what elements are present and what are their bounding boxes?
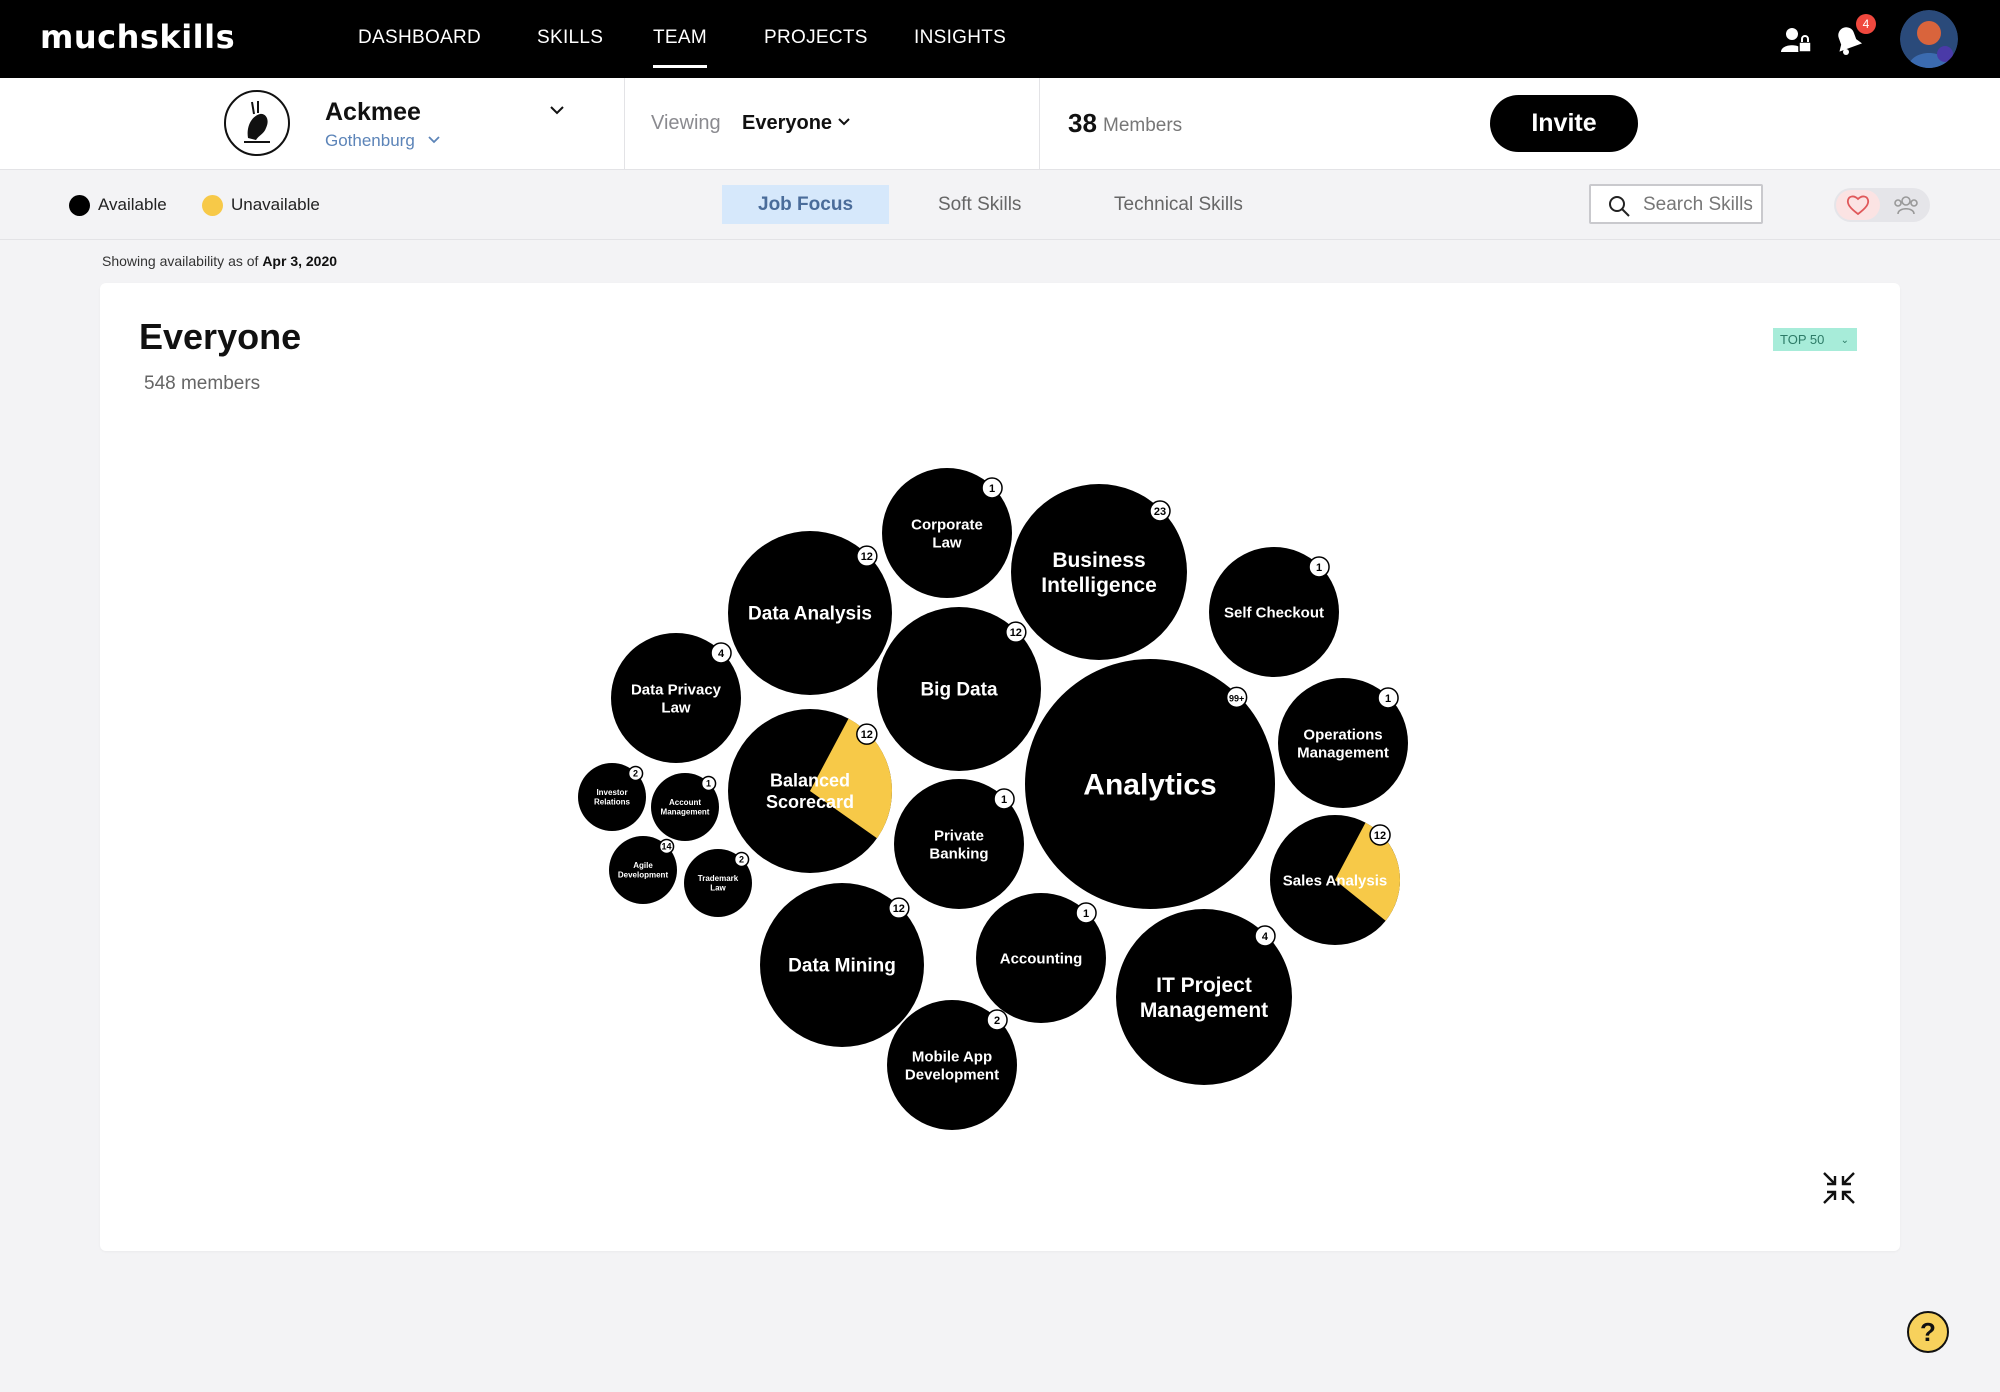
bubble-label: Sales Analysis	[1283, 872, 1388, 889]
divider	[1039, 78, 1040, 170]
available-dot-icon	[69, 195, 90, 216]
bubble-investor-relations[interactable]: Investor Relations2	[578, 763, 646, 831]
count-badge-text: 12	[893, 903, 905, 915]
bubble-label: Data Mining	[788, 956, 896, 977]
tab-job-focus[interactable]: Job Focus	[722, 185, 890, 224]
bubble-it-project-management[interactable]: IT Project Management4	[1116, 909, 1292, 1085]
group-icon	[1894, 196, 1918, 215]
bubble-data-analysis[interactable]: Data Analysis 12	[728, 531, 892, 695]
filter-bar: Available Unavailable Job Focus Soft Ski…	[0, 170, 2000, 240]
count-badge-text: 1	[1001, 794, 1007, 806]
count-badge-text: 99+	[1229, 693, 1244, 703]
bubble-label: Analytics	[1083, 769, 1216, 802]
search-icon	[1609, 196, 1630, 217]
count-badge-text: 4	[718, 648, 725, 660]
count-badge-text: 1	[989, 483, 995, 495]
bubble-mobile-app-development[interactable]: Mobile App Development 2	[887, 1000, 1017, 1130]
count-badge-text: 14	[662, 841, 672, 851]
viewing-select[interactable]: Everyone	[742, 112, 832, 135]
team-view-toggle[interactable]	[1884, 190, 1928, 220]
bubble-label: Operations Management	[1297, 726, 1389, 761]
bubble-trademark-law[interactable]: Trademark Law2	[684, 849, 752, 917]
bubble-label: Private Banking	[929, 827, 988, 862]
availability-date: Apr 3, 2020	[262, 253, 338, 269]
brand-logo[interactable]: muchskills	[40, 18, 235, 56]
org-location[interactable]: Gothenburg	[325, 131, 415, 151]
nav-skills[interactable]: SKILLS	[537, 27, 603, 49]
count-badge-text: 2	[994, 1015, 1000, 1027]
bubble-big-data[interactable]: Big Data 12	[877, 607, 1041, 771]
bubble-label: Data Analysis	[748, 604, 872, 625]
divider	[624, 78, 625, 170]
count-badge-text: 12	[1010, 627, 1022, 639]
search-placeholder: Search Skills	[1643, 194, 1753, 215]
heart-view-toggle[interactable]	[1836, 190, 1880, 220]
count-badge-text: 2	[739, 854, 744, 864]
count-badge-text: 1	[1083, 908, 1089, 920]
tab-technical-skills[interactable]: Technical Skills	[1078, 185, 1279, 224]
bubble-business-intelligence[interactable]: Business Intelligence23	[1011, 484, 1187, 660]
count-badge-text: 1	[1385, 693, 1391, 705]
bubble-sales-analysis[interactable]: Sales Analysis 12	[1270, 815, 1400, 945]
bubble-private-banking[interactable]: Private Banking 1	[894, 779, 1024, 909]
bubble-label: Investor Relations	[594, 788, 631, 807]
nav-projects[interactable]: PROJECTS	[764, 27, 868, 49]
count-badge-text: 1	[1316, 562, 1322, 574]
bubble-agile-development[interactable]: Agile Development14	[609, 836, 677, 904]
bubble-data-privacy-law[interactable]: Data Privacy Law4	[611, 633, 741, 763]
count-badge-text: 12	[1374, 830, 1386, 842]
bubble-data-mining[interactable]: Data Mining 12	[760, 883, 924, 1047]
availability-note: Showing availability as of Apr 3, 2020	[102, 253, 337, 269]
bubble-label: Big Data	[920, 680, 998, 701]
bubble-corporate-law[interactable]: Corporate Law1	[882, 468, 1012, 598]
location-chevron-down-icon[interactable]	[428, 136, 440, 144]
viewing-chevron-down-icon[interactable]	[838, 118, 850, 126]
bubble-balanced-scorecard[interactable]: Balanced Scorecard 12	[728, 709, 892, 873]
nav-insights[interactable]: INSIGHTS	[914, 27, 1006, 49]
skills-bubble-chart: Analytics 99+ Business Intelligence23 IT Pro…	[578, 468, 1408, 1130]
bubble-operations-management[interactable]: Operations Management 1	[1278, 678, 1408, 808]
org-bar: Ackmee Gothenburg Viewing Everyone 38 Me…	[0, 78, 2000, 170]
collapse-icon[interactable]	[1821, 1170, 1857, 1206]
bubble-label: Mobile App Development	[905, 1048, 999, 1083]
viewing-label: Viewing	[651, 112, 721, 134]
members-label: Members	[1103, 115, 1183, 136]
count-badge-text: 2	[633, 768, 638, 778]
count-badge-text: 12	[861, 729, 873, 741]
count-badge-text: 23	[1154, 506, 1166, 518]
bubble-label: Accounting	[1000, 950, 1083, 967]
nav-dashboard[interactable]: DASHBOARD	[358, 27, 481, 49]
bubble-analytics[interactable]: Analytics 99+	[1025, 659, 1275, 909]
invite-button[interactable]: Invite	[1490, 95, 1638, 152]
org-name[interactable]: Ackmee	[325, 98, 421, 127]
availability-prefix: Showing availability as of	[102, 253, 259, 269]
view-toggle	[1834, 188, 1930, 222]
bubble-card: Everyone 548 members TOP 50 ⌄ Analytics 9…	[100, 283, 1900, 1251]
legend-available: Available	[98, 195, 167, 214]
bubble-account-management[interactable]: Account Management1	[651, 773, 719, 841]
bubble-label: Self Checkout	[1224, 604, 1324, 621]
user-avatar[interactable]	[1900, 10, 1958, 68]
members-count: 38	[1068, 108, 1097, 138]
notification-badge: 4	[1856, 14, 1876, 34]
org-logo	[224, 90, 290, 156]
unavailable-dot-icon	[202, 195, 223, 216]
bubble-label: Balanced Scorecard	[766, 771, 854, 813]
bubble-self-checkout[interactable]: Self Checkout 1	[1209, 547, 1339, 677]
count-badge-text: 4	[1262, 931, 1269, 943]
search-skills-input[interactable]: Search Skills	[1589, 184, 1763, 224]
count-badge-text: 1	[706, 778, 711, 788]
top-nav: muchskills DASHBOARD SKILLS TEAM PROJECT…	[0, 0, 2000, 78]
help-button[interactable]: ?	[1907, 1311, 1949, 1353]
nav-team[interactable]: TEAM	[653, 27, 707, 68]
heart-icon	[1846, 195, 1870, 216]
bubble-accounting[interactable]: Accounting 1	[976, 893, 1106, 1023]
count-badge-text: 12	[861, 551, 873, 563]
add-user-icon[interactable]	[1775, 20, 1815, 60]
org-chevron-down-icon[interactable]	[550, 106, 564, 115]
legend-unavailable: Unavailable	[231, 195, 320, 214]
tab-soft-skills[interactable]: Soft Skills	[902, 185, 1057, 224]
